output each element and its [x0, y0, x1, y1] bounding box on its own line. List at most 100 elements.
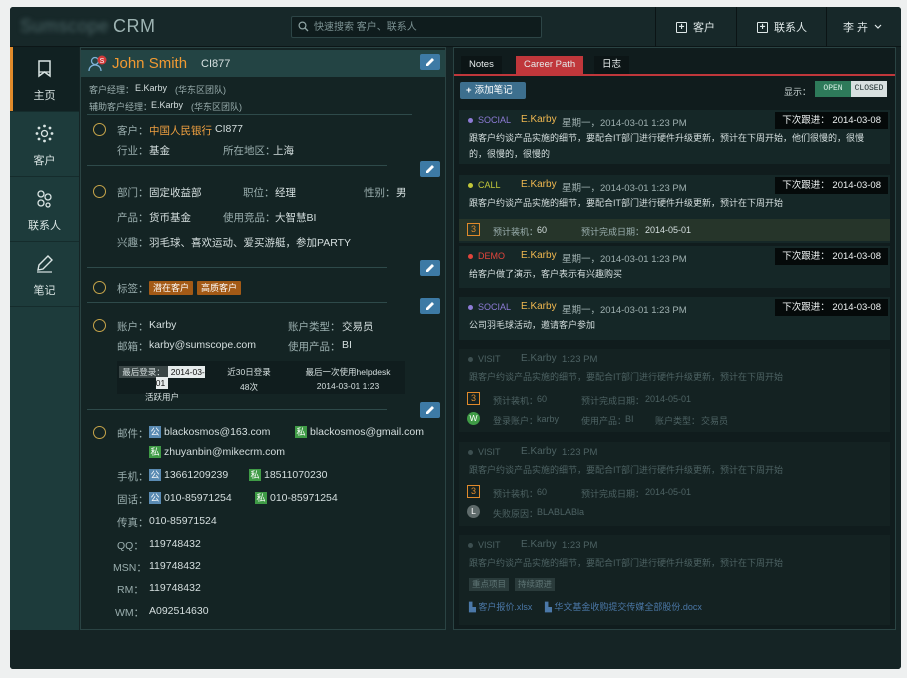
phone-public[interactable]: 公 010-85971254 [149, 492, 232, 505]
note-entry[interactable]: SOCIAL E.Karby 星期一，2014-03-01 1:23 PM 下次… [459, 110, 890, 164]
note-text: 公司羽毛球活动，邀请客户参加 [469, 320, 596, 330]
private-badge: 私 [295, 426, 307, 439]
manager-label: 客户经理： [89, 85, 135, 95]
edit-person-button[interactable] [420, 260, 440, 276]
install-value: 60 [537, 487, 548, 497]
active-status: 活跃用户 [144, 392, 179, 402]
note-time: 星期一，2014-03-01 1:23 PM [562, 118, 687, 129]
add-contact-button[interactable]: + 联系人 [736, 7, 826, 47]
public-badge: 公 [149, 492, 161, 505]
note-entry[interactable]: CALL E.Karby 星期一，2014-03-01 1:23 PM 下次跟进… [459, 175, 890, 243]
note-entry-closed[interactable]: VISIT E.Karby 1:23 PM 跟客户约谈产品实施的细节，要配合IT… [459, 442, 890, 526]
sidebar-item-label: 客户 [33, 155, 56, 167]
search-input[interactable] [314, 20, 536, 35]
prod-value: BI [625, 414, 634, 424]
customer-link[interactable]: 中国人民银行 [149, 123, 212, 138]
mail-public-value: blackosmos@163.com [164, 426, 271, 438]
gender-value: 男 [396, 187, 407, 199]
account-label: 账户： [117, 321, 149, 333]
sidebar-item-customers[interactable]: 客户 [10, 112, 79, 177]
mail-public[interactable]: 公 blackosmos@163.com [149, 426, 271, 439]
user-menu[interactable]: 李 卉 [826, 7, 901, 47]
edit-account-button[interactable] [420, 402, 440, 418]
helpdesk-stat: 最后一次使用helpdesk 2014-03-01 1:23 [291, 361, 405, 394]
tag-chip[interactable]: 潜在客户 [149, 281, 194, 295]
finish-label: 预计完成日期： [581, 489, 645, 499]
note-tag[interactable]: 重点项目 [469, 578, 510, 591]
attachment-name: 华文基金收购提交传媒全部股份.docx [554, 602, 702, 612]
pen-icon [37, 255, 53, 273]
lose-value: BLABLABla [537, 507, 585, 517]
edit-tags-button[interactable] [420, 298, 440, 314]
edit-contact-button[interactable] [420, 54, 440, 70]
add-contact-label: 联系人 [774, 22, 807, 34]
next-followup: 下次跟进： 2014-03-08 [775, 112, 888, 129]
qq-label: QQ： [117, 540, 144, 552]
brand-name: CRM [113, 16, 156, 36]
mail-private[interactable]: 私 blackosmos@gmail.com [295, 426, 424, 439]
rm-value: 119748432 [149, 582, 201, 594]
note-header: VISIT E.Karby 1:23 PM [459, 535, 890, 555]
divider [87, 165, 387, 166]
note-text: 跟客户约谈产品实施的细节，要配合IT部门进行硬件升级更新，预计在下周开始 [469, 198, 784, 208]
contact-detail-panel: S John Smith CI877 客户经理： E.Karby (华东区团队)… [80, 47, 446, 630]
lose-label: 失败原因： [493, 509, 539, 519]
add-customer-button[interactable]: + 客户 [655, 7, 736, 47]
note-entry[interactable]: DEMO E.Karby 星期一，2014-03-01 1:23 PM 下次跟进… [459, 246, 890, 288]
note-entry-closed[interactable]: VISIT E.Karby 1:23 PM 跟客户约谈产品实施的细节，要配合IT… [459, 349, 890, 432]
edit-customer-button[interactable] [420, 161, 440, 177]
msn-value: 119748432 [149, 560, 201, 572]
note-time: 1:23 PM [562, 447, 598, 458]
add-note-button[interactable]: + 添加笔记 [460, 82, 526, 99]
assist-manager-team: (华东区团队) [191, 102, 242, 112]
rm-label: RM： [117, 584, 144, 596]
mail-private-2[interactable]: 私 zhuyanbin@mikecrm.com [149, 446, 285, 459]
hobby-label: 兴趣： [117, 237, 149, 249]
note-text: 跟客户约谈产品实施的细节，要配合IT部门进行硬件升级更新，预计在下周开始 [469, 558, 784, 568]
note-header: SOCIAL E.Karby 星期一，2014-03-01 1:23 PM 下次… [459, 110, 890, 130]
note-time: 1:23 PM [562, 354, 598, 365]
open-toggle[interactable]: OPEN [815, 81, 851, 97]
attachment-link[interactable]: ▙ 客户报价.xlsx [469, 600, 532, 613]
brand-logo[interactable]: Sumscope CRM [20, 16, 156, 37]
private-badge: 私 [249, 469, 261, 482]
notes-panel: Notes Career Path 日志 + 添加笔记 显示： OPEN CLOS… [453, 47, 896, 630]
sidebar-item-contacts[interactable]: 联系人 [10, 177, 79, 242]
deal-count: 3 [467, 223, 480, 236]
install-label: 预计装机： [493, 396, 539, 406]
mobile-public[interactable]: 公 13661209239 [149, 469, 229, 482]
sidebar-item-label: 联系人 [28, 220, 61, 232]
private-badge: 私 [149, 446, 161, 459]
attachment-link[interactable]: ▙ 华文基金收购提交传媒全部股份.docx [545, 600, 702, 613]
tab-log[interactable]: 日志 [594, 56, 630, 74]
install-value: 60 [537, 225, 548, 235]
public-badge: 公 [149, 426, 161, 439]
tab-career-path[interactable]: Career Path [516, 56, 584, 74]
product-label: 产品： [117, 212, 149, 224]
phone-private[interactable]: 私 010-85971254 [255, 492, 338, 505]
finish-value: 2014-05-01 [645, 225, 692, 235]
note-user: E.Karby [521, 301, 557, 312]
note-entry-closed[interactable]: VISIT E.Karby 1:23 PM 跟客户约谈产品实施的细节，要配合IT… [459, 535, 890, 625]
private-badge: 私 [255, 492, 267, 505]
account-icon [93, 319, 106, 332]
crm-app-window: SumscopeCRM + 客户 + 联系人 李 卉 主页 客户 联系人 笔记 S [10, 7, 901, 669]
sidebar-item-notes[interactable]: 笔记 [10, 242, 79, 307]
chevron-down-icon [874, 24, 882, 29]
mobile-public-value: 13661209239 [164, 469, 229, 481]
search-box[interactable] [291, 16, 542, 38]
note-header: VISIT E.Karby 1:23 PM [459, 442, 890, 462]
file-icon: ▙ [545, 602, 555, 612]
note-entry[interactable]: SOCIAL E.Karby 星期一，2014-03-01 1:23 PM 下次… [459, 297, 890, 340]
notes-tabs: Notes Career Path 日志 [454, 48, 895, 76]
note-text: 给客户做了演示，客户表示有兴趣购买 [469, 269, 623, 279]
install-label: 预计装机： [493, 227, 539, 237]
note-tag[interactable]: 持续跟进 [515, 578, 556, 591]
tab-notes[interactable]: Notes [461, 56, 502, 74]
prod-label: 使用产品： [581, 416, 627, 426]
note-type: SOCIAL [478, 115, 512, 125]
closed-toggle[interactable]: CLOSED [851, 81, 887, 97]
tag-chip[interactable]: 高质客户 [197, 281, 242, 295]
sidebar-item-home[interactable]: 主页 [10, 47, 79, 112]
mobile-private[interactable]: 私 18511070230 [249, 469, 327, 482]
